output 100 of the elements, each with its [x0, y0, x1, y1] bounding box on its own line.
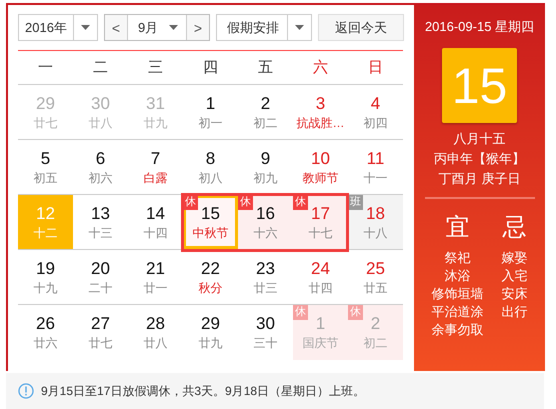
lunar-date: 初二 [364, 335, 388, 352]
holiday-badge: 休 [293, 195, 308, 210]
day-cell[interactable]: 休 17 十七 [293, 195, 348, 250]
day-number: 10 [311, 148, 330, 170]
previous-month-button[interactable]: < [105, 15, 127, 40]
day-number: 7 [150, 148, 160, 170]
day-number: 26 [36, 313, 55, 335]
lunar-date: 廿三 [254, 280, 278, 296]
lunar-date: 十三 [88, 224, 112, 242]
day-number: 3 [316, 92, 326, 114]
day-number: 28 [146, 313, 165, 335]
lunar-date: 十六 [254, 224, 278, 242]
lunar-date: 初四 [364, 114, 388, 132]
day-number: 23 [256, 258, 275, 280]
lunar-date: 初九 [254, 170, 278, 186]
day-number: 29 [36, 92, 55, 114]
almanac-heading: 宜 [446, 213, 470, 243]
day-number: 22 [201, 258, 220, 280]
day-number: 14 [146, 202, 165, 224]
day-number: 9 [260, 148, 270, 170]
day-number: 1 [316, 313, 326, 335]
almanac-heading: 忌 [502, 213, 526, 243]
almanac-item: 修饰垣墙 [432, 285, 484, 303]
festival-label: 中秋节 [192, 224, 228, 242]
lunar-date: 廿九 [198, 335, 222, 352]
caret-icon [295, 25, 304, 30]
day-number: 2 [370, 313, 380, 335]
lunar-date: 廿六 [34, 335, 58, 352]
day-number: 27 [91, 313, 110, 335]
almanac-item: 安床 [502, 285, 528, 303]
day-number: 2 [260, 92, 270, 114]
month-dropdown[interactable]: 9月 [127, 15, 187, 40]
day-number: 16 [256, 202, 275, 224]
day-number: 30 [91, 92, 110, 114]
day-number: 12 [36, 202, 55, 224]
lunar-date: 十二 [34, 224, 58, 242]
day-number: 21 [146, 258, 165, 280]
almanac-item: 余事勿取 [432, 321, 484, 339]
caret-icon [81, 25, 90, 30]
day-number: 25 [366, 258, 385, 280]
festival-label: 秋分 [198, 280, 222, 296]
caret-icon [169, 25, 178, 30]
day-number: 17 [311, 202, 330, 224]
lunar-date: 初八 [198, 170, 222, 186]
lunar-date: 廿五 [364, 280, 388, 296]
day-number: 11 [366, 148, 384, 170]
lunar-date: 十四 [144, 224, 168, 242]
holiday-dropdown[interactable]: 假期安排 [216, 14, 312, 41]
day-cell[interactable]: 休 15 中秋节 [183, 195, 238, 250]
back-to-today-button[interactable]: 返回今天 [318, 14, 404, 41]
festival-label: 抗战胜… [296, 114, 344, 132]
day-number: 5 [40, 148, 50, 170]
lunar-date: 廿四 [308, 280, 332, 296]
day-number: 8 [206, 148, 216, 170]
almanac-item: 嫁娶 [502, 249, 528, 267]
day-number: 1 [206, 92, 216, 114]
lunar-date: 十七 [308, 224, 332, 242]
year-dropdown[interactable]: 2016年 [18, 14, 98, 41]
lunar-date: 十九 [34, 280, 58, 296]
almanac-item: 沐浴 [444, 267, 470, 285]
lunar-date: 三十 [254, 335, 278, 352]
lunar-info: 丁酉月 庚子日 [438, 170, 520, 188]
lunar-date: 廿七 [34, 114, 58, 132]
selected-date: 2016-09-15 星期四 [424, 18, 534, 36]
day-number: 29 [201, 313, 220, 335]
almanac-item: 入宅 [502, 267, 528, 285]
lunar-date: 廿八 [144, 335, 168, 352]
day-tile: 15 [442, 48, 517, 123]
day-number: 4 [370, 92, 380, 114]
lunar-date: 廿八 [88, 114, 112, 132]
day-number: 24 [311, 258, 330, 280]
lunar-info: 八月十五 [454, 130, 506, 148]
day-number: 18 [366, 202, 385, 224]
day-number: 6 [96, 148, 106, 170]
day-cell[interactable]: 休 16 十六 [238, 195, 293, 250]
holiday-badge: 休 [238, 195, 253, 210]
lunar-date: 初五 [34, 170, 58, 186]
day-number: 15 [201, 202, 220, 224]
holiday-badge: 休 [348, 305, 363, 320]
lunar-info: 丙申年【猴年】 [434, 150, 525, 168]
day-number: 13 [91, 202, 110, 224]
day-number: 20 [91, 258, 110, 280]
lunar-date: 二十 [88, 280, 112, 296]
lunar-date: 国庆节 [302, 335, 338, 352]
day-number: 31 [146, 92, 165, 114]
holiday-badge: 休 [293, 305, 308, 320]
lunar-date: 廿一 [144, 280, 168, 296]
workday-badge: 班 [348, 195, 363, 210]
festival-label: 白露 [144, 170, 168, 186]
notice-text: 9月15日至17日放假调休，共3天。9月18日（星期日）上班。 [41, 382, 366, 400]
almanac-item: 祭祀 [444, 249, 470, 267]
lunar-date: 初一 [198, 114, 222, 132]
lunar-date: 十一 [364, 170, 388, 186]
day-cell[interactable]: 班 18 十八 [348, 195, 403, 250]
next-month-button[interactable]: > [187, 15, 209, 40]
info-icon [18, 383, 34, 399]
festival-label: 教师节 [302, 170, 338, 186]
almanac-item: 出行 [502, 303, 528, 321]
day-number: 19 [36, 258, 55, 280]
lunar-date: 廿九 [144, 114, 168, 132]
